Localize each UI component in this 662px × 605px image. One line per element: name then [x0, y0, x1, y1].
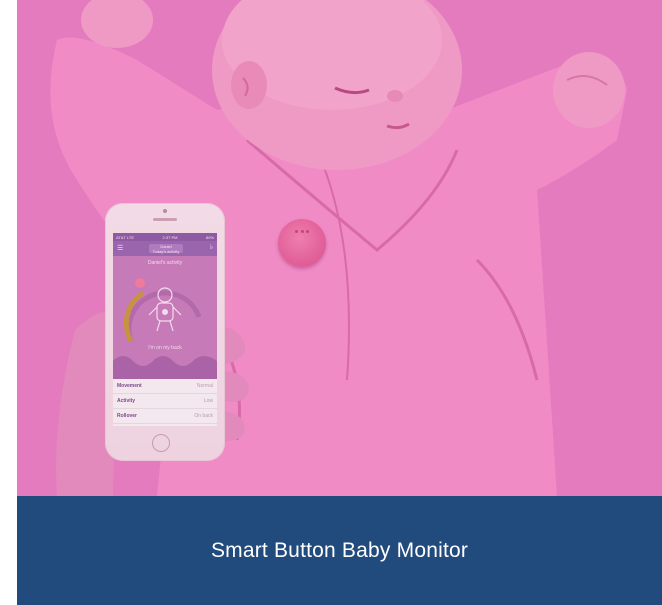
- camera-icon: [163, 209, 167, 213]
- row-label: Movement: [117, 383, 142, 389]
- list-item: Rollover On back: [113, 409, 217, 424]
- row-value: On back: [194, 413, 213, 419]
- activity-list: Movement Normal Activity Low Rollover On…: [113, 379, 217, 426]
- smart-button-sensor: [278, 219, 326, 267]
- speaker-grille: [153, 218, 177, 221]
- product-caption-bar[interactable]: Smart Button Baby Monitor: [17, 496, 662, 605]
- home-button: [152, 434, 170, 452]
- product-hero-image: AT&T LTE 2:37 PM 80% ☰ Daniel Today's ac…: [17, 0, 662, 496]
- phone-screen: AT&T LTE 2:37 PM 80% ☰ Daniel Today's ac…: [113, 233, 217, 426]
- row-value: Normal: [196, 383, 213, 389]
- row-label: Activity: [117, 398, 136, 404]
- sensor-logo-icon: [295, 230, 309, 236]
- list-item: Movement Normal: [113, 379, 217, 394]
- list-item: Activity Low: [113, 394, 217, 409]
- product-card[interactable]: AT&T LTE 2:37 PM 80% ☰ Daniel Today's ac…: [17, 0, 662, 605]
- activity-gauge: [113, 278, 217, 379]
- row-label: Rollover: [117, 413, 138, 419]
- product-title[interactable]: Smart Button Baby Monitor: [211, 539, 468, 563]
- position-label: I'm on my back: [148, 345, 182, 351]
- phone-mockup: AT&T LTE 2:37 PM 80% ☰ Daniel Today's ac…: [105, 203, 225, 461]
- row-value: Low: [203, 398, 213, 404]
